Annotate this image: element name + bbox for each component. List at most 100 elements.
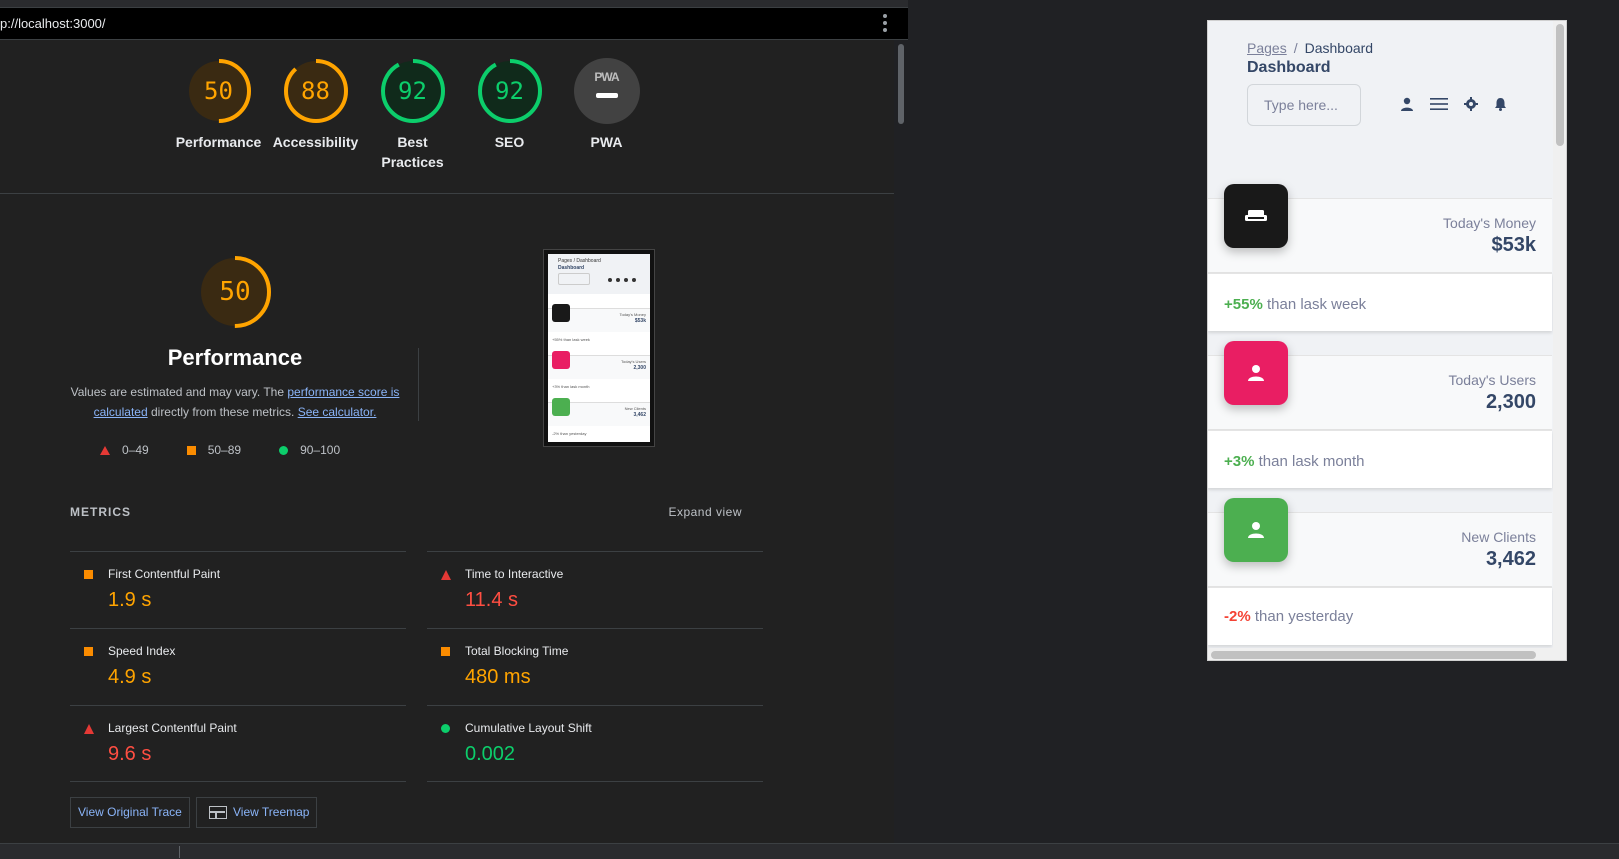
average-square-icon — [84, 647, 93, 656]
legend-pass: 90–100 — [300, 443, 341, 457]
average-square-icon — [441, 647, 450, 656]
thumb-search — [558, 273, 590, 285]
stat-card-footer: +3% than lask month — [1208, 430, 1552, 488]
card-change: -2% than yesterday — [1224, 608, 1353, 625]
see-calculator-link[interactable]: See calculator. — [298, 405, 377, 419]
performance-gauge: 50 — [198, 255, 272, 329]
person-icon — [1224, 498, 1288, 562]
device-horizontal-scrollbar[interactable] — [1208, 648, 1553, 660]
stat-card-footer: +55% than lask week — [1208, 273, 1552, 331]
thumb-gear-icon — [624, 278, 628, 282]
stat-card-footer: -2% than yesterday — [1208, 587, 1552, 645]
change-percent: -2% — [1224, 608, 1251, 625]
top-strip — [0, 0, 908, 8]
gauge-score: 88 — [301, 77, 330, 105]
metric-cumulative-layout-shift: Cumulative Layout Shift 0.002 — [427, 705, 763, 782]
scrollbar-thumb[interactable] — [898, 44, 904, 124]
metric-value: 1.9 s — [108, 589, 152, 611]
card-value: 3,462 — [1485, 548, 1536, 570]
performance-title: Performance — [167, 345, 303, 370]
user-icon[interactable] — [1400, 97, 1414, 116]
metrics-title: METRICS — [70, 505, 131, 519]
metrics-header: METRICS Expand view — [70, 505, 754, 529]
pass-circle-icon — [279, 445, 289, 455]
card-change: +55% than lask week — [1224, 296, 1366, 313]
button-label: View Original Trace — [78, 805, 182, 819]
thumb-card-value: $53k — [634, 318, 646, 324]
report-scrollbar[interactable] — [894, 40, 908, 843]
metric-time-to-interactive: Time to Interactive 11.4 s — [427, 551, 763, 628]
performance-description: Values are estimated and may vary. The p… — [70, 382, 400, 422]
divider — [70, 781, 406, 782]
menu-icon[interactable] — [1430, 97, 1448, 116]
card-label: Today's Users — [1448, 372, 1536, 388]
breadcrumb-pages-link[interactable]: Pages — [1247, 40, 1287, 56]
card-value: 2,300 — [1485, 391, 1536, 413]
gauge-best-practices[interactable]: 92 Best Practices — [364, 58, 461, 172]
view-treemap-button[interactable]: View Treemap — [196, 797, 318, 828]
bell-icon[interactable] — [1494, 97, 1507, 116]
devtools-bottom-bar — [0, 843, 1619, 859]
divider — [179, 846, 180, 858]
scrollbar-thumb[interactable] — [1556, 24, 1564, 146]
final-screenshot-thumbnail[interactable]: Pages / Dashboard Dashboard Today's Mone… — [544, 250, 654, 446]
metric-speed-index: Speed Index 4.9 s — [70, 628, 406, 705]
score-legend: 0–49 50–89 90–100 — [100, 443, 400, 457]
metric-largest-contentful-paint: Largest Contentful Paint 9.6 s — [70, 705, 406, 782]
legend-average: 50–89 — [207, 443, 242, 457]
thumb-card-label: New Clients — [624, 406, 646, 411]
thumb-bell-icon — [632, 278, 636, 282]
divider — [427, 781, 763, 782]
thumb-menu-icon — [616, 278, 620, 282]
gauge-label: Accessibility — [272, 134, 359, 150]
average-square-icon — [186, 445, 196, 455]
view-original-trace-button[interactable]: View Original Trace — [70, 797, 190, 828]
gauge-label: Performance — [175, 134, 262, 150]
expand-view-toggle[interactable]: Expand view — [668, 505, 742, 519]
search-input[interactable] — [1247, 84, 1361, 126]
url-bar[interactable]: p://localhost:3000/ — [0, 8, 908, 40]
change-text: than lask month — [1254, 453, 1365, 470]
lighthouse-report: 50 Performance 88 Accessibility 92 Best … — [0, 40, 894, 843]
gauge-label: Best Practices — [381, 134, 444, 170]
metric-value: 9.6 s — [108, 743, 152, 765]
metric-name: First Contentful Paint — [108, 567, 221, 581]
fail-triangle-icon — [441, 570, 451, 580]
thumb-user-icon — [608, 278, 612, 282]
gauge-accessibility[interactable]: 88 Accessibility — [267, 58, 364, 172]
button-label: View Treemap — [233, 805, 310, 819]
scrollbar-thumb[interactable] — [1211, 651, 1536, 659]
thumb-card-foot: +55% than lask week — [552, 337, 590, 342]
sofa-icon — [1224, 184, 1288, 248]
thumb-sofa-icon — [552, 304, 570, 322]
person-icon — [1224, 341, 1288, 405]
metric-name: Largest Contentful Paint — [108, 721, 237, 735]
more-options-icon[interactable] — [882, 14, 888, 32]
gauge-seo[interactable]: 92 SEO — [461, 58, 558, 172]
metric-name: Cumulative Layout Shift — [465, 721, 592, 735]
change-percent: +55% — [1224, 296, 1263, 313]
metric-value: 0.002 — [465, 743, 516, 765]
legend-fail: 0–49 — [122, 443, 149, 457]
gear-icon[interactable] — [1464, 97, 1478, 116]
thumb-card-foot: -2% than yesterday — [552, 431, 587, 436]
gauge-score: 92 — [495, 77, 524, 105]
thumb-person-icon — [552, 351, 570, 369]
page-title: Dashboard — [1247, 59, 1331, 76]
average-square-icon — [84, 570, 93, 579]
card-change: +3% than lask month — [1224, 453, 1365, 470]
device-vertical-scrollbar[interactable] — [1553, 21, 1566, 660]
metric-name: Time to Interactive — [465, 567, 564, 581]
change-text: than lask week — [1262, 296, 1367, 313]
navbar-icons — [1400, 97, 1523, 116]
metric-first-contentful-paint: First Contentful Paint 1.9 s — [70, 551, 406, 628]
gauge-score: 50 — [204, 77, 233, 105]
change-text: than yesterday — [1250, 608, 1354, 625]
thumb-card-value: 2,300 — [633, 365, 646, 371]
gauge-pwa[interactable]: PWA PWA — [558, 58, 655, 172]
gauge-performance[interactable]: 50 Performance — [170, 58, 267, 172]
gauge-score: 50 — [219, 277, 251, 307]
url-text[interactable]: p://localhost:3000/ — [0, 16, 106, 31]
thumb-breadcrumb: Pages / Dashboard — [558, 258, 601, 264]
gauge-score: 92 — [398, 77, 427, 105]
